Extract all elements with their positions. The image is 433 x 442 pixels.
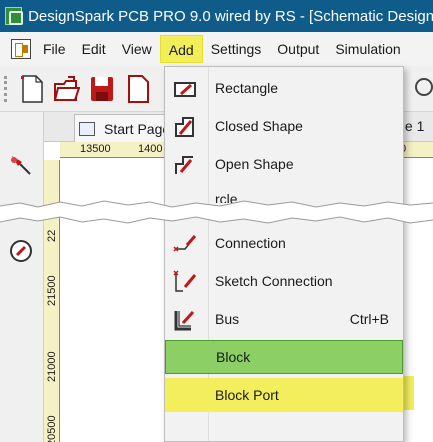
page-icon xyxy=(79,121,95,136)
ruler-tick-label: 21000 xyxy=(46,351,58,382)
menu-item-label: Connection xyxy=(215,235,286,251)
menu-view[interactable]: View xyxy=(114,35,160,63)
ruler-tick-label: 21500 xyxy=(46,275,58,306)
menu-simulation[interactable]: Simulation xyxy=(327,35,408,63)
add-menu-dropdown: Rectangle Closed Shape Open Shape rcle C… xyxy=(164,66,404,442)
menu-item-bus[interactable]: Bus Ctrl+B xyxy=(165,302,403,336)
bus-icon xyxy=(171,307,199,333)
connection-icon xyxy=(171,231,199,257)
print-icon[interactable] xyxy=(124,74,152,104)
ruler-tick-label: 20500 xyxy=(46,415,58,442)
menu-item-open-shape[interactable]: Open Shape xyxy=(165,147,403,181)
ruler-tick-label: 22 xyxy=(46,229,58,242)
ruler-tick-label: 13500 xyxy=(80,143,111,155)
ruler-tick-label: 1400 xyxy=(138,143,163,155)
tab-start-page-label: Start Page xyxy=(104,120,171,137)
menu-item-label: Sketch Connection xyxy=(215,273,333,289)
save-icon[interactable] xyxy=(88,74,116,104)
window-title: DesignSpark PCB PRO 9.0 wired by RS - [S… xyxy=(28,7,433,25)
menu-item-closed-shape[interactable]: Closed Shape xyxy=(165,109,403,143)
app-logo-icon xyxy=(5,7,24,25)
title-bar: DesignSpark PCB PRO 9.0 wired by RS - [S… xyxy=(0,0,433,32)
menu-item-rectangle[interactable]: Rectangle xyxy=(165,71,403,105)
menu-add[interactable]: Add xyxy=(159,35,203,63)
menu-item-block[interactable]: Block xyxy=(165,340,403,374)
closed-shape-icon xyxy=(171,114,199,140)
menu-file[interactable]: File xyxy=(35,35,74,63)
menu-output[interactable]: Output xyxy=(269,35,327,63)
system-menu-icon[interactable] xyxy=(11,39,31,59)
menu-bar: File Edit View Add Settings Output Simul… xyxy=(0,32,433,66)
open-shape-icon xyxy=(171,152,199,178)
rectangle-icon xyxy=(171,76,199,102)
menu-item-label: Rectangle xyxy=(215,80,279,96)
menu-item-label: Block Port xyxy=(215,387,279,403)
menu-item-shortcut: Ctrl+B xyxy=(349,311,389,327)
new-file-icon[interactable] xyxy=(18,74,46,104)
menu-edit[interactable]: Edit xyxy=(74,35,114,63)
component-tool-icon[interactable] xyxy=(8,152,34,178)
menu-item-block-port[interactable]: Block Port xyxy=(165,378,403,412)
menu-settings[interactable]: Settings xyxy=(203,35,270,63)
menu-item-label: Closed Shape xyxy=(215,118,303,134)
toolbar-grip[interactable] xyxy=(4,76,7,102)
menu-item-connection[interactable]: Connection xyxy=(165,226,403,260)
open-file-icon[interactable] xyxy=(52,74,81,104)
compass-icon[interactable] xyxy=(8,238,34,264)
menu-item-sketch-connection[interactable]: Sketch Connection xyxy=(165,264,403,298)
left-toolstrip xyxy=(0,112,44,442)
menu-item-label: Block xyxy=(216,349,251,365)
menu-item-label: Bus xyxy=(215,311,240,327)
menu-item-label: Open Shape xyxy=(215,156,294,172)
zoom-icon[interactable] xyxy=(412,74,433,104)
torn-edge-divider xyxy=(0,200,433,224)
sketch-connection-icon xyxy=(171,269,199,295)
